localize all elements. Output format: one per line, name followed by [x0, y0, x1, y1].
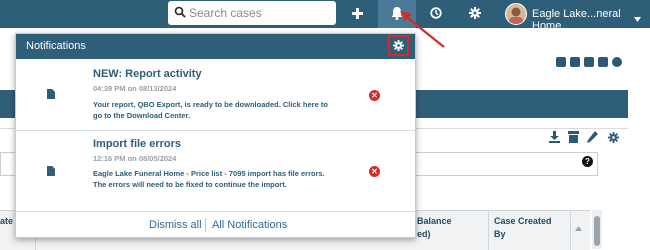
- column-header[interactable]: Case Created: [494, 215, 552, 227]
- document-icon: [47, 166, 55, 176]
- notification-title[interactable]: Import file errors: [93, 138, 181, 150]
- pencil-icon[interactable]: [587, 130, 598, 148]
- notification-body[interactable]: Your report, QBO Export, is ready to be …: [93, 99, 333, 121]
- column-divider: [570, 211, 571, 250]
- scrollbar-thumb[interactable]: [594, 216, 600, 246]
- scrollbar[interactable]: [592, 210, 602, 249]
- column-header[interactable]: ed): [417, 228, 431, 240]
- sort-icon[interactable]: [575, 218, 582, 236]
- avatar[interactable]: [505, 3, 527, 25]
- chevron-down-icon[interactable]: [634, 9, 641, 27]
- download-icon[interactable]: [549, 130, 560, 148]
- plus-icon[interactable]: [352, 7, 363, 22]
- add-icon[interactable]: [556, 57, 566, 67]
- delete-notification-icon[interactable]: ✕: [369, 166, 380, 177]
- gear-icon[interactable]: [469, 7, 481, 22]
- column-header[interactable]: Balance: [417, 215, 452, 227]
- notification-body[interactable]: Eagle Lake Funeral Home - Price list - 7…: [93, 168, 333, 190]
- notification-item[interactable]: NEW: Report activity 04:39 PM on 08/13/2…: [16, 59, 415, 130]
- column-header[interactable]: By: [494, 228, 506, 240]
- document-icon: [47, 89, 55, 99]
- notification-item[interactable]: Import file errors 12:16 PM on 08/05/202…: [16, 131, 415, 211]
- notification-time: 12:16 PM on 08/05/2024: [93, 154, 177, 163]
- divider: [16, 211, 415, 212]
- notification-time: 04:39 PM on 08/13/2024: [93, 84, 177, 93]
- help-icon[interactable]: ?: [582, 156, 593, 167]
- column-divider: [488, 211, 489, 250]
- dismiss-all-link[interactable]: Dismiss all: [149, 219, 202, 231]
- footer-separator: [205, 218, 206, 232]
- search-placeholder: Search cases: [189, 6, 262, 20]
- delete-notification-icon[interactable]: ✕: [369, 90, 380, 101]
- copy-icon[interactable]: [570, 57, 580, 67]
- search-input[interactable]: Search cases: [168, 1, 336, 25]
- expand-icon[interactable]: [598, 57, 608, 67]
- notifications-panel: Notifications NEW: Report activity 04:39…: [15, 33, 416, 238]
- gear-icon[interactable]: [608, 130, 619, 148]
- annotation-arrow: [400, 11, 445, 48]
- notification-title[interactable]: NEW: Report activity: [93, 68, 202, 80]
- window-icon[interactable]: [584, 57, 594, 67]
- panel-header: Notifications: [16, 34, 415, 59]
- archive-icon[interactable]: [568, 130, 579, 148]
- page-action-icons: [556, 54, 626, 67]
- panel-title: Notifications: [26, 40, 86, 52]
- all-notifications-link[interactable]: All Notifications: [212, 219, 287, 231]
- user-name[interactable]: Eagle Lake...neral Home: [532, 8, 650, 32]
- settings-icon[interactable]: [612, 57, 622, 67]
- search-icon: [174, 5, 186, 23]
